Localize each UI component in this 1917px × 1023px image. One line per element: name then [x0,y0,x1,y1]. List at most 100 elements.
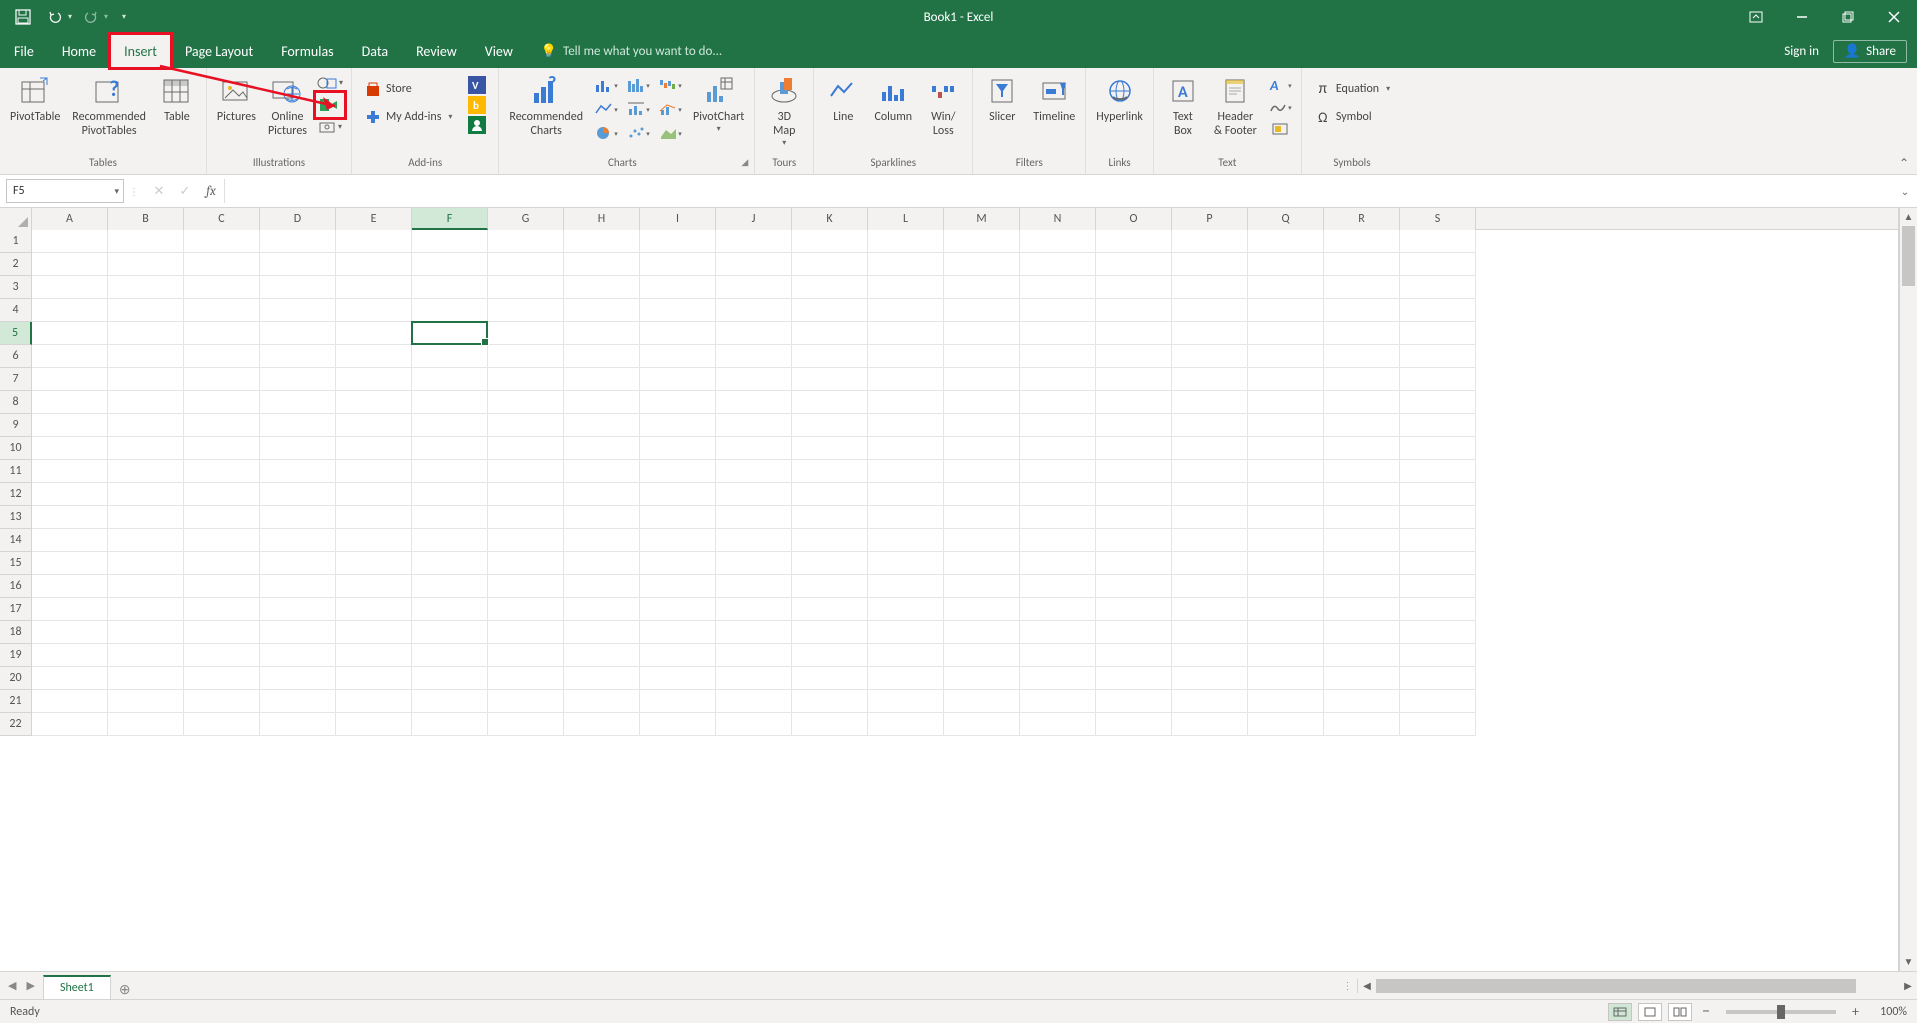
cell-G7[interactable] [488,368,564,391]
cell-C4[interactable] [184,299,260,322]
row-header-7[interactable]: 7 [0,368,32,391]
cell-H17[interactable] [564,598,640,621]
cell-O3[interactable] [1096,276,1172,299]
cell-R11[interactable] [1324,460,1400,483]
cell-B21[interactable] [108,690,184,713]
grid[interactable]: ABCDEFGHIJKLMNOPQRS 12345678910111213141… [0,208,1899,971]
cell-J19[interactable] [716,644,792,667]
cell-D13[interactable] [260,506,336,529]
zoom-out-icon[interactable]: − [1698,1002,1714,1021]
maximize-icon[interactable] [1825,0,1871,34]
cell-L17[interactable] [868,598,944,621]
cell-O11[interactable] [1096,460,1172,483]
cell-R13[interactable] [1324,506,1400,529]
cell-J10[interactable] [716,437,792,460]
cell-M14[interactable] [944,529,1020,552]
cell-S14[interactable] [1400,529,1476,552]
cell-P14[interactable] [1172,529,1248,552]
cell-O19[interactable] [1096,644,1172,667]
column-header-A[interactable]: A [32,208,108,230]
select-all-button[interactable] [0,208,32,230]
formula-input[interactable] [224,179,1893,203]
cell-A19[interactable] [32,644,108,667]
redo-icon[interactable] [78,4,104,30]
cell-E19[interactable] [336,644,412,667]
cell-R22[interactable] [1324,713,1400,736]
cell-F12[interactable] [412,483,488,506]
cell-S17[interactable] [1400,598,1476,621]
column-header-H[interactable]: H [564,208,640,230]
cell-Q7[interactable] [1248,368,1324,391]
cell-R1[interactable] [1324,230,1400,253]
cell-S16[interactable] [1400,575,1476,598]
cell-O12[interactable] [1096,483,1172,506]
row-header-16[interactable]: 16 [0,575,32,598]
qat-customize-icon[interactable]: ▾ [122,12,126,22]
cell-Q15[interactable] [1248,552,1324,575]
name-box-dropdown-icon[interactable]: ▾ [114,186,119,197]
cell-E12[interactable] [336,483,412,506]
cell-O14[interactable] [1096,529,1172,552]
cell-H15[interactable] [564,552,640,575]
column-header-B[interactable]: B [108,208,184,230]
cell-B9[interactable] [108,414,184,437]
row-header-22[interactable]: 22 [0,713,32,736]
cell-D22[interactable] [260,713,336,736]
cell-E10[interactable] [336,437,412,460]
cell-K20[interactable] [792,667,868,690]
cell-E11[interactable] [336,460,412,483]
cell-Q14[interactable] [1248,529,1324,552]
cell-D6[interactable] [260,345,336,368]
cell-J8[interactable] [716,391,792,414]
recommended-charts-button[interactable]: ? Recommended Charts [505,72,587,140]
cell-M15[interactable] [944,552,1020,575]
cell-N13[interactable] [1020,506,1096,529]
cell-K18[interactable] [792,621,868,644]
cell-F16[interactable] [412,575,488,598]
pivotchart-button[interactable]: PivotChart ▾ [689,72,748,136]
cell-Q6[interactable] [1248,345,1324,368]
sheet-tab-active[interactable]: Sheet1 [43,975,111,999]
column-header-C[interactable]: C [184,208,260,230]
cell-L22[interactable] [868,713,944,736]
cell-H4[interactable] [564,299,640,322]
cell-D11[interactable] [260,460,336,483]
cell-M8[interactable] [944,391,1020,414]
scatter-chart-button[interactable]: ▾ [625,124,651,142]
hierarchy-chart-button[interactable]: ▾ [625,76,651,94]
cell-N20[interactable] [1020,667,1096,690]
cell-K19[interactable] [792,644,868,667]
cell-Q16[interactable] [1248,575,1324,598]
cell-A16[interactable] [32,575,108,598]
statistic-chart-button[interactable]: ▾ [625,100,651,118]
column-header-R[interactable]: R [1324,208,1400,230]
slicer-button[interactable]: Slicer [979,72,1025,126]
cell-P17[interactable] [1172,598,1248,621]
cell-G20[interactable] [488,667,564,690]
cell-H3[interactable] [564,276,640,299]
row-header-8[interactable]: 8 [0,391,32,414]
cell-L3[interactable] [868,276,944,299]
cell-N19[interactable] [1020,644,1096,667]
cell-A10[interactable] [32,437,108,460]
cell-K15[interactable] [792,552,868,575]
cell-A14[interactable] [32,529,108,552]
cell-G4[interactable] [488,299,564,322]
cell-D14[interactable] [260,529,336,552]
cell-C20[interactable] [184,667,260,690]
cell-S7[interactable] [1400,368,1476,391]
cell-F10[interactable] [412,437,488,460]
cancel-formula-icon[interactable]: ✕ [146,179,172,203]
cell-R6[interactable] [1324,345,1400,368]
cell-G3[interactable] [488,276,564,299]
cell-M7[interactable] [944,368,1020,391]
cell-S4[interactable] [1400,299,1476,322]
cell-G16[interactable] [488,575,564,598]
column-header-I[interactable]: I [640,208,716,230]
cell-L9[interactable] [868,414,944,437]
cell-O6[interactable] [1096,345,1172,368]
cell-D3[interactable] [260,276,336,299]
cell-F14[interactable] [412,529,488,552]
cell-I22[interactable] [640,713,716,736]
cell-L13[interactable] [868,506,944,529]
